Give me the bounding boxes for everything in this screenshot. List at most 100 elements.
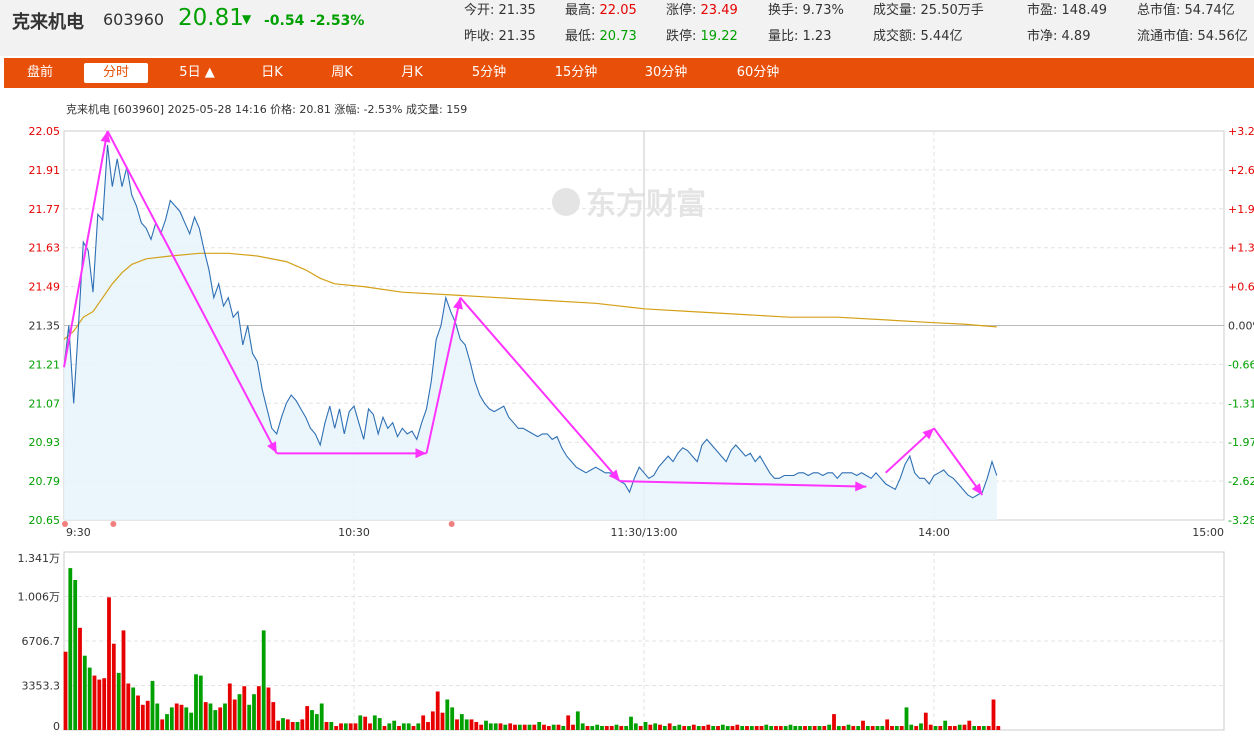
percent-tick-label: +1.97% bbox=[1228, 203, 1254, 216]
tab-weekly-k[interactable]: 周K bbox=[322, 63, 362, 83]
volume-bar bbox=[295, 722, 300, 730]
volume-bar bbox=[885, 719, 890, 730]
tab-daily-k[interactable]: 日K bbox=[252, 63, 292, 83]
price-change-percent: -2.53% bbox=[310, 13, 365, 29]
quote-field: 市净: 4.89 bbox=[1027, 29, 1091, 44]
quote-field: 最高: 22.05 bbox=[565, 3, 637, 18]
price-tick-label: 21.49 bbox=[29, 281, 61, 294]
volume-bar bbox=[532, 724, 537, 730]
volume-bar bbox=[875, 726, 880, 730]
volume-bar bbox=[324, 722, 329, 730]
price-tick-label: 21.21 bbox=[29, 358, 61, 371]
intraday-chart-svg[interactable]: 克来机电 [603960] 2025-05-28 14:16 价格: 20.81… bbox=[0, 90, 1254, 740]
volume-bar bbox=[653, 723, 658, 730]
percent-tick-label: +2.62% bbox=[1228, 164, 1254, 177]
volume-bar bbox=[474, 722, 479, 730]
volume-bar bbox=[730, 726, 735, 730]
watermark-text: 东方财富 bbox=[586, 187, 706, 222]
volume-bar bbox=[358, 715, 363, 730]
volume-bar bbox=[687, 726, 691, 730]
volume-bar bbox=[488, 723, 493, 730]
volume-bar bbox=[759, 726, 764, 730]
volume-bar bbox=[310, 710, 314, 730]
stock-name: 克来机电 bbox=[12, 12, 84, 33]
intraday-chart-area: 克来机电 [603960] 2025-05-28 14:16 价格: 20.81… bbox=[0, 90, 1254, 740]
volume-bar bbox=[870, 726, 875, 730]
tab-15min[interactable]: 15分钟 bbox=[546, 63, 606, 83]
volume-bar bbox=[778, 726, 783, 730]
volume-bar bbox=[382, 726, 387, 730]
volume-bar bbox=[904, 707, 909, 730]
tab-5day[interactable]: 5日 ▲ bbox=[170, 63, 224, 83]
quote-field: 市盈: 148.49 bbox=[1027, 3, 1108, 18]
price-tick-label: 21.91 bbox=[29, 164, 61, 177]
volume-bar bbox=[126, 683, 131, 730]
volume-bar bbox=[281, 718, 285, 730]
volume-bar bbox=[435, 691, 440, 730]
volume-bar bbox=[803, 726, 807, 730]
tab-5min[interactable]: 5分钟 bbox=[462, 63, 516, 83]
volume-bar bbox=[150, 680, 155, 730]
volume-bar bbox=[339, 723, 343, 730]
volume-bar bbox=[218, 707, 223, 730]
tab-premarket[interactable]: 盘前 bbox=[18, 63, 62, 83]
volume-bar bbox=[290, 722, 295, 730]
volume-bar bbox=[426, 722, 430, 730]
volume-bar bbox=[566, 715, 571, 730]
volume-bar bbox=[948, 726, 952, 730]
volume-bar bbox=[445, 699, 450, 730]
down-arrow-icon: ▼ bbox=[242, 12, 252, 26]
volume-bar bbox=[720, 724, 725, 730]
volume-bar bbox=[247, 704, 252, 730]
volume-bar bbox=[923, 712, 928, 730]
watermark: 东方财富 bbox=[552, 187, 706, 222]
volume-bar bbox=[865, 726, 870, 730]
price-area bbox=[64, 144, 997, 520]
percent-tick-label: -3.28% bbox=[1228, 514, 1254, 527]
volume-bar bbox=[372, 715, 377, 730]
time-tick-label: 10:30 bbox=[338, 526, 370, 539]
chart-info-line: 克来机电 [603960] 2025-05-28 14:16 价格: 20.81… bbox=[66, 102, 467, 116]
volume-bar bbox=[227, 683, 232, 730]
volume-bar bbox=[764, 724, 769, 730]
volume-bar bbox=[493, 723, 498, 730]
volume-bar bbox=[242, 686, 247, 730]
volume-bar bbox=[111, 643, 116, 730]
event-marker-dot bbox=[110, 521, 117, 527]
quote-field: 今开: 21.35 bbox=[464, 3, 536, 18]
volume-bar bbox=[774, 726, 778, 730]
volume-bar bbox=[672, 726, 677, 730]
tab-monthly-k[interactable]: 月K bbox=[392, 63, 432, 83]
volume-bar bbox=[827, 724, 832, 730]
volume-bar bbox=[817, 726, 822, 730]
volume-tick-label: 6706.7 bbox=[22, 635, 61, 648]
volume-bar bbox=[614, 724, 619, 730]
volume-tick-label: 0 bbox=[53, 720, 60, 733]
tab-30min[interactable]: 30分钟 bbox=[636, 63, 696, 83]
volume-bar bbox=[769, 726, 774, 730]
volume-bar bbox=[991, 699, 996, 730]
volume-bar bbox=[416, 723, 421, 730]
tab-60min[interactable]: 60分钟 bbox=[728, 63, 788, 83]
volume-bar bbox=[63, 651, 68, 730]
volume-bar bbox=[276, 720, 281, 730]
volume-bar bbox=[658, 724, 662, 730]
volume-bar bbox=[329, 722, 334, 730]
volume-bar bbox=[740, 726, 745, 730]
volume-bar bbox=[305, 706, 310, 730]
volume-bar bbox=[252, 694, 256, 730]
volume-bar bbox=[711, 726, 716, 730]
percent-tick-label: -2.62% bbox=[1228, 475, 1254, 488]
volume-bar bbox=[527, 724, 532, 730]
price-axis-labels: 22.05 21.91 21.77 21.63 21.49 21.35 21.21 21.07… bbox=[29, 125, 61, 527]
percent-axis-labels: +3.28% +2.62% +1.97% +1.31% +0.66% 0.00% -0.66… bbox=[1228, 125, 1254, 527]
volume-bar bbox=[957, 724, 962, 730]
volume-bar bbox=[638, 726, 643, 730]
volume-bar bbox=[319, 703, 324, 730]
volume-bar bbox=[508, 723, 513, 730]
tab-intraday[interactable]: 分时 bbox=[84, 63, 148, 83]
volume-bar bbox=[165, 714, 169, 730]
volume-bar bbox=[648, 724, 653, 730]
volume-bar bbox=[208, 703, 213, 730]
volume-bar bbox=[174, 703, 179, 730]
